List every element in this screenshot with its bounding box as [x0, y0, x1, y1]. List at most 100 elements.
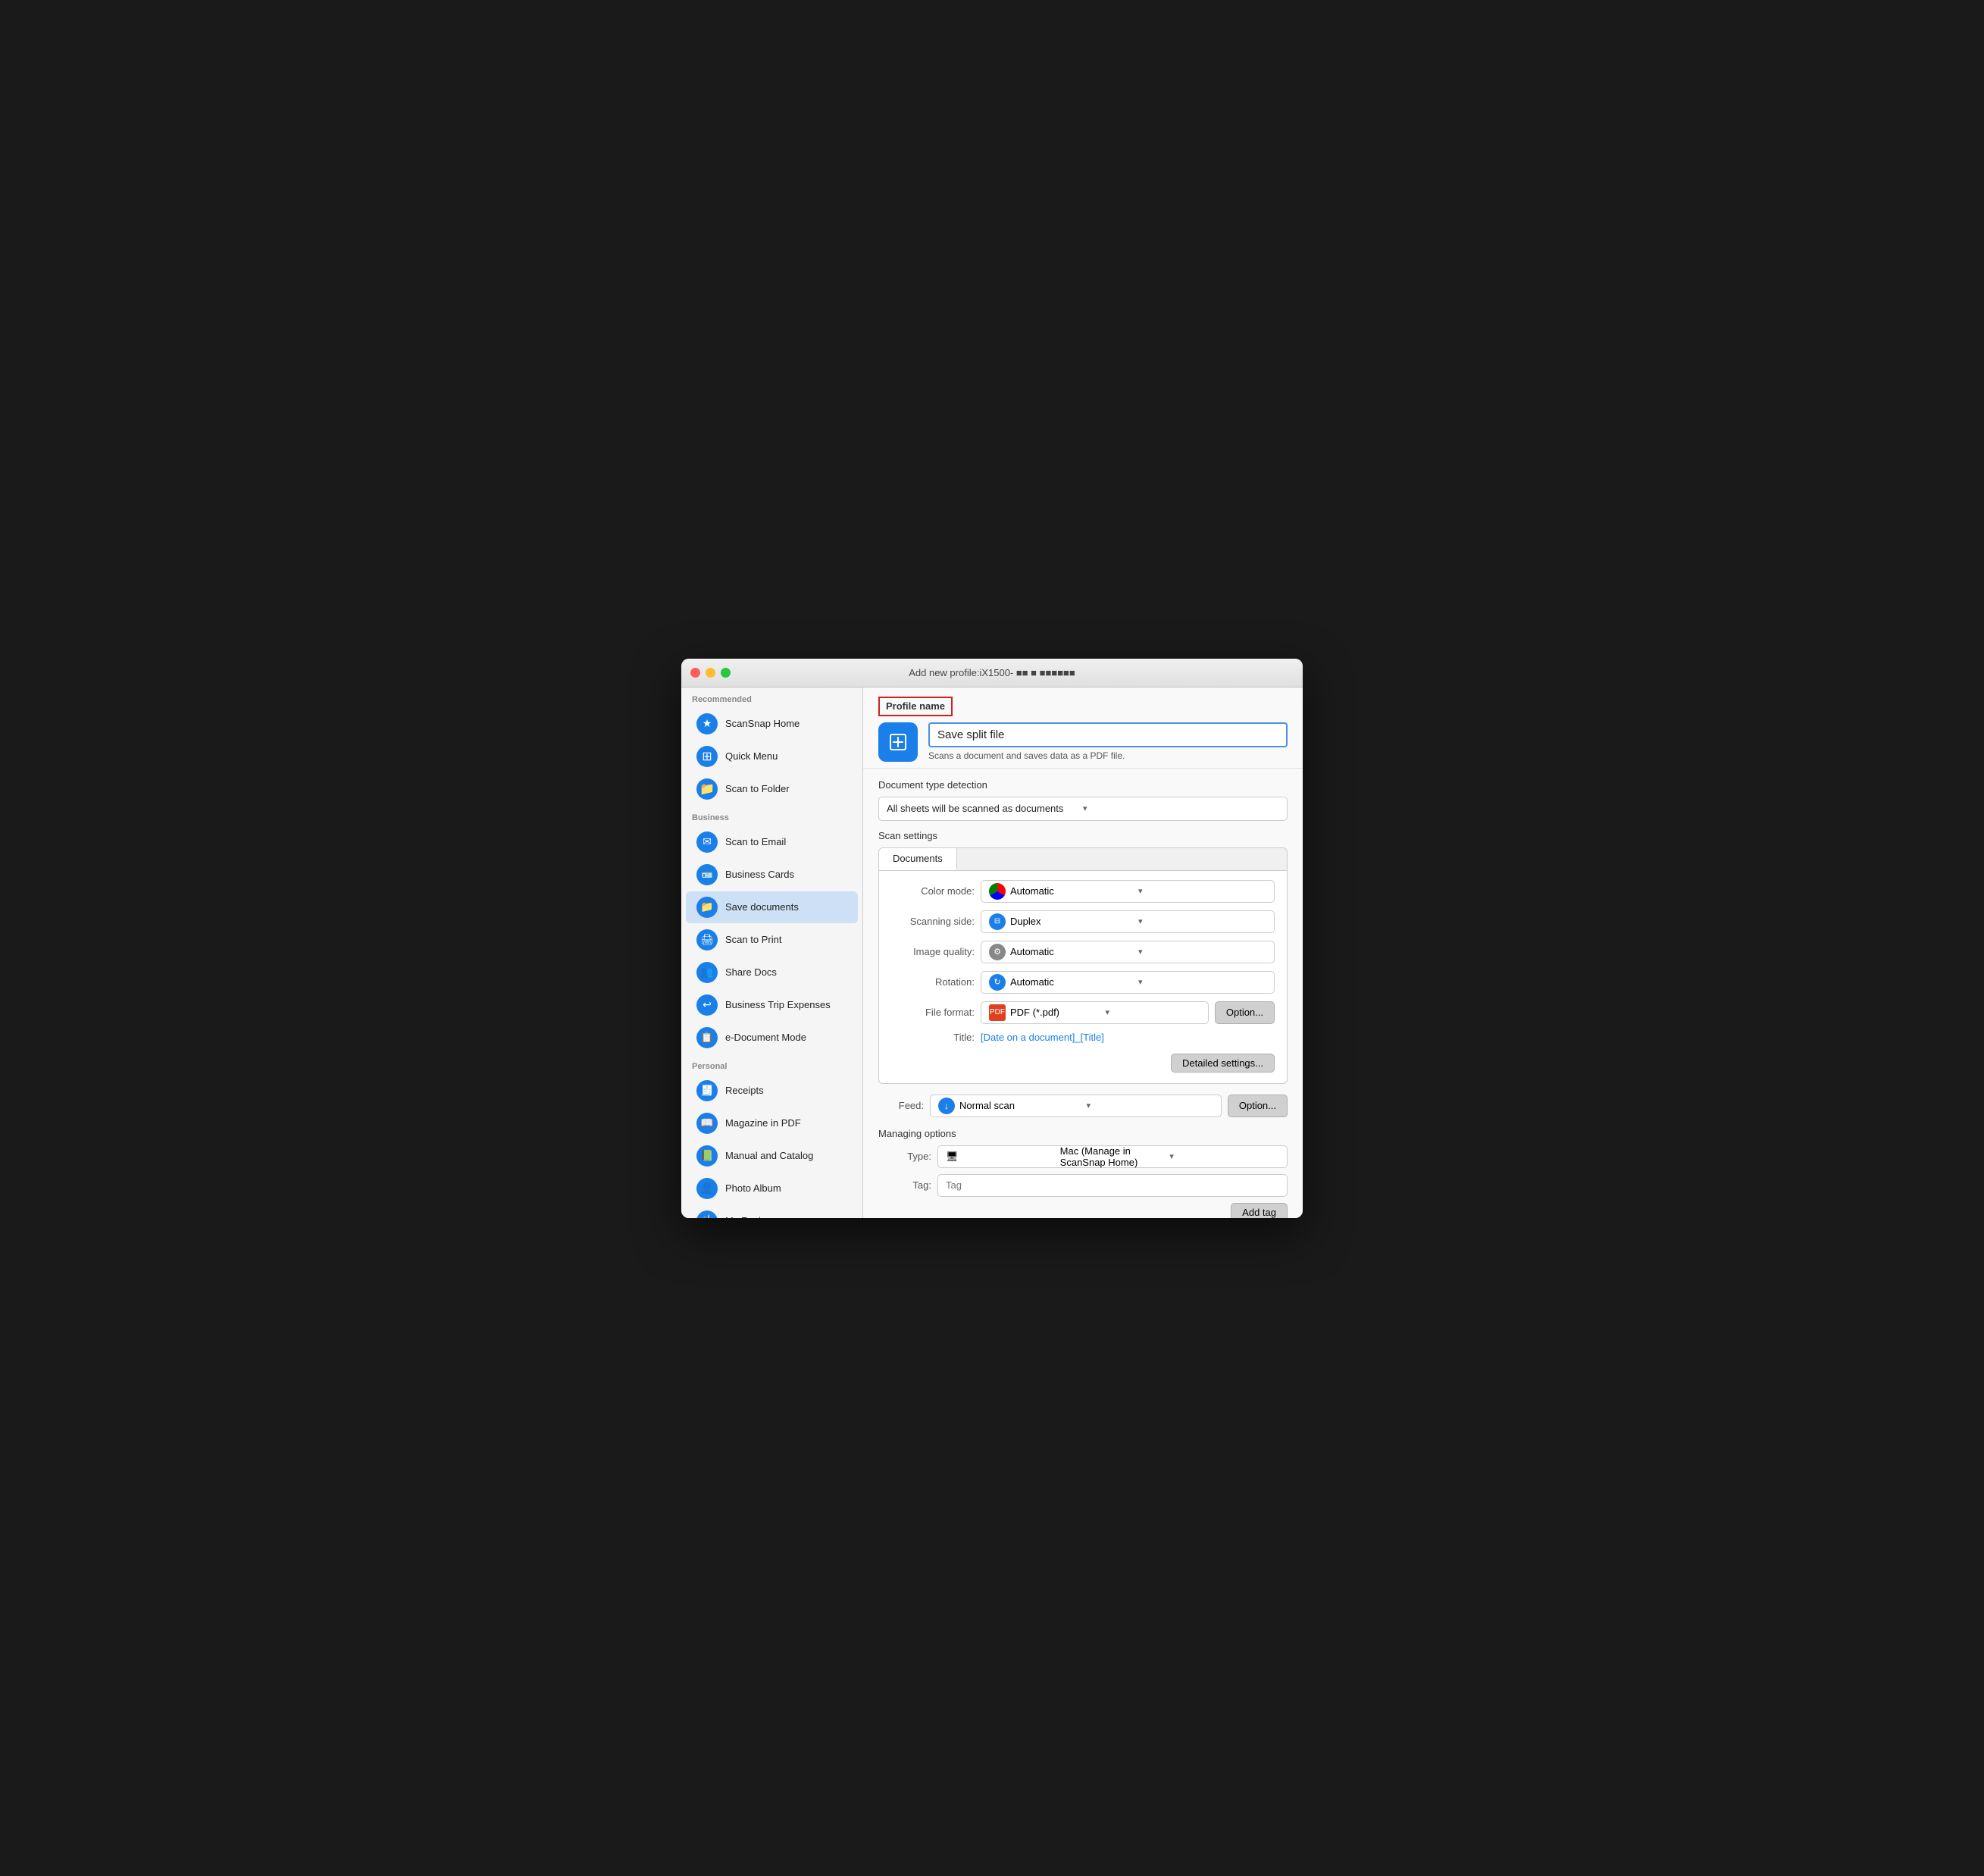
sidebar-label-scansnap-home: ScanSnap Home: [725, 718, 800, 729]
sidebar-item-scan-to-email[interactable]: ✉ Scan to Email: [686, 826, 858, 858]
document-type-chevron: ▾: [1083, 803, 1279, 813]
feed-dropdown[interactable]: ↓ Normal scan ▾: [930, 1095, 1222, 1117]
profile-name-section: Profile name Scans a document and saves …: [863, 687, 1303, 769]
maximize-button[interactable]: [721, 668, 731, 678]
window-title: Add new profile:iX1500- ■■ ■ ■■■■■■: [909, 667, 1075, 678]
add-tag-button[interactable]: Add tag: [1231, 1203, 1288, 1218]
profile-description: Scans a document and saves data as a PDF…: [928, 750, 1288, 761]
title-row: Title: [Date on a document]_[Title]: [891, 1032, 1275, 1043]
sidebar-label-save-documents: Save documents: [725, 901, 799, 913]
tag-input[interactable]: [937, 1174, 1288, 1197]
image-quality-label: Image quality:: [891, 946, 975, 957]
sidebar-item-scan-to-folder[interactable]: 📁 Scan to Folder: [686, 773, 858, 805]
profile-icon: [878, 722, 918, 762]
scan-to-folder-icon: 📁: [696, 778, 718, 800]
sidebar-label-my-recipe: My Recipe: [725, 1215, 771, 1218]
sidebar-item-photo-album[interactable]: 👤 Photo Album: [686, 1173, 858, 1204]
rotation-value: Automatic: [1010, 976, 1138, 988]
sidebar-label-e-document-mode: e-Document Mode: [725, 1032, 806, 1043]
type-label: Type:: [878, 1151, 931, 1162]
type-dropdown[interactable]: 🖥 Mac (Manage in ScanSnap Home) ▾: [937, 1145, 1288, 1168]
type-value: Mac (Manage in ScanSnap Home): [1060, 1145, 1170, 1168]
my-recipe-icon: 🍴: [696, 1210, 718, 1218]
sidebar-item-share-docs[interactable]: 👥 Share Docs: [686, 957, 858, 988]
file-format-dropdown[interactable]: PDF PDF (*.pdf) ▾: [981, 1001, 1209, 1024]
sidebar-label-business-cards: Business Cards: [725, 869, 794, 880]
scanning-side-icon: ⊟: [989, 913, 1006, 930]
scanning-side-label: Scanning side:: [891, 916, 975, 927]
file-format-label: File format:: [891, 1007, 975, 1018]
sidebar-item-save-documents[interactable]: 📁 Save documents: [686, 891, 858, 923]
receipts-icon: 🧾: [696, 1080, 718, 1101]
sidebar-item-my-recipe[interactable]: 🍴 My Recipe: [686, 1205, 858, 1218]
profile-name-label: Profile name: [886, 700, 945, 712]
rotation-chevron: ▾: [1138, 977, 1266, 987]
title-label: Title:: [891, 1032, 975, 1043]
image-quality-dropdown[interactable]: ⚙ Automatic ▾: [981, 941, 1275, 963]
file-format-row: File format: PDF PDF (*.pdf) ▾ Option...: [891, 1001, 1275, 1024]
type-row: Type: 🖥 Mac (Manage in ScanSnap Home) ▾: [878, 1145, 1288, 1168]
sidebar-label-business-trip-expenses: Business Trip Expenses: [725, 999, 831, 1010]
titlebar: Add new profile:iX1500- ■■ ■ ■■■■■■: [681, 659, 1303, 687]
sidebar-label-quick-menu: Quick Menu: [725, 750, 778, 762]
color-mode-label: Color mode:: [891, 885, 975, 897]
sidebar-label-share-docs: Share Docs: [725, 966, 777, 978]
scan-settings-box: Documents Color mode: Automatic ▾: [878, 847, 1288, 1084]
e-document-mode-icon: 📋: [696, 1027, 718, 1048]
feed-label: Feed:: [878, 1100, 924, 1111]
document-type-label: Document type detection: [878, 779, 1288, 791]
share-docs-icon: 👥: [696, 962, 718, 983]
feed-row: Feed: ↓ Normal scan ▾ Option...: [878, 1095, 1288, 1117]
sidebar-personal-label: Personal: [681, 1054, 862, 1074]
managing-options-section: Managing options Type: 🖥 Mac (Manage in …: [878, 1128, 1288, 1218]
rotation-dropdown[interactable]: ↻ Automatic ▾: [981, 971, 1275, 994]
color-mode-dropdown[interactable]: Automatic ▾: [981, 880, 1275, 903]
sidebar-item-scansnap-home[interactable]: ★ ScanSnap Home: [686, 708, 858, 740]
document-type-dropdown[interactable]: All sheets will be scanned as documents …: [878, 797, 1288, 821]
sidebar-item-business-cards[interactable]: 🪪 Business Cards: [686, 859, 858, 891]
sidebar-item-scan-to-print[interactable]: 🖨 Scan to Print: [686, 924, 858, 956]
add-tag-row: Add tag: [878, 1203, 1288, 1218]
image-quality-chevron: ▾: [1138, 947, 1266, 957]
business-trip-expenses-icon: ↩: [696, 994, 718, 1016]
scanning-side-dropdown[interactable]: ⊟ Duplex ▾: [981, 910, 1275, 933]
sidebar-item-e-document-mode[interactable]: 📋 e-Document Mode: [686, 1022, 858, 1054]
document-type-value: All sheets will be scanned as documents: [887, 803, 1083, 814]
sidebar: Recommended ★ ScanSnap Home ⊞ Quick Menu…: [681, 687, 863, 1218]
sidebar-item-business-trip-expenses[interactable]: ↩ Business Trip Expenses: [686, 989, 858, 1021]
profile-name-input-wrap: Scans a document and saves data as a PDF…: [928, 722, 1288, 761]
photo-album-icon: 👤: [696, 1178, 718, 1199]
sidebar-item-magazine-in-pdf[interactable]: 📖 Magazine in PDF: [686, 1107, 858, 1139]
feed-chevron: ▾: [1086, 1101, 1213, 1110]
rotation-icon: ↻: [989, 974, 1006, 991]
main-content-area: Recommended ★ ScanSnap Home ⊞ Quick Menu…: [681, 687, 1303, 1218]
color-mode-chevron: ▾: [1138, 886, 1266, 896]
sidebar-label-magazine-in-pdf: Magazine in PDF: [725, 1117, 801, 1129]
file-format-value: PDF (*.pdf): [1010, 1007, 1105, 1018]
image-quality-row: Image quality: ⚙ Automatic ▾: [891, 941, 1275, 963]
sidebar-item-receipts[interactable]: 🧾 Receipts: [686, 1075, 858, 1107]
color-mode-row: Color mode: Automatic ▾: [891, 880, 1275, 903]
sidebar-item-manual-and-catalog[interactable]: 📗 Manual and Catalog: [686, 1140, 858, 1172]
type-icon: 🖥: [946, 1151, 1056, 1163]
title-value: [Date on a document]_[Title]: [981, 1032, 1104, 1043]
profile-header: Scans a document and saves data as a PDF…: [878, 722, 1288, 762]
close-button[interactable]: [690, 668, 700, 678]
scanning-side-value: Duplex: [1010, 916, 1138, 927]
magazine-in-pdf-icon: 📖: [696, 1113, 718, 1134]
sidebar-item-quick-menu[interactable]: ⊞ Quick Menu: [686, 741, 858, 772]
sidebar-label-photo-album: Photo Album: [725, 1182, 781, 1194]
profile-name-input[interactable]: [928, 722, 1288, 747]
detailed-settings-button[interactable]: Detailed settings...: [1171, 1054, 1275, 1073]
minimize-button[interactable]: [706, 668, 715, 678]
manual-and-catalog-icon: 📗: [696, 1145, 718, 1167]
scan-to-print-icon: 🖨: [696, 929, 718, 951]
feed-option-button[interactable]: Option...: [1228, 1095, 1288, 1117]
scanning-side-chevron: ▾: [1138, 916, 1266, 926]
file-format-option-button[interactable]: Option...: [1215, 1001, 1275, 1024]
settings-content: Document type detection All sheets will …: [863, 769, 1303, 1218]
image-quality-value: Automatic: [1010, 946, 1138, 957]
type-chevron: ▾: [1169, 1151, 1279, 1161]
main-panel: Profile name Scans a document and saves …: [863, 687, 1303, 1218]
tab-documents[interactable]: Documents: [879, 848, 957, 870]
